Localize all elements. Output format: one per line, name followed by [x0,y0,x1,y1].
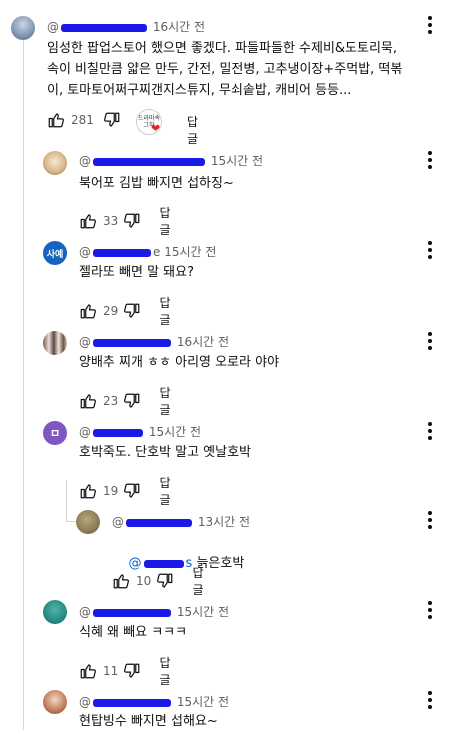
redacted-handle [93,698,171,707]
comment-handle[interactable]: @ [79,335,91,349]
reply-button[interactable]: 답글 [192,564,209,598]
avatar[interactable]: 사예 [43,241,67,265]
more-vert-icon[interactable] [421,240,439,260]
comment-time[interactable]: 16시간 전 [153,20,205,34]
more-vert-icon[interactable] [421,510,439,530]
like-icon[interactable] [112,572,130,590]
avatar[interactable] [76,510,100,534]
reply-button[interactable]: 답글 [159,204,176,238]
comment-header: @ 15시간 전 [79,693,229,710]
comment-actions: 23 답글 [79,384,176,418]
avatar[interactable] [43,600,67,624]
more-vert-icon[interactable] [421,600,439,620]
dislike-icon[interactable] [123,302,141,320]
comment-time[interactable]: 15시간 전 [177,695,229,709]
comment-actions: 281 [47,111,121,129]
comment-time[interactable]: 15시간 전 [211,154,263,168]
comment-text: 호박죽도. 단호박 말고 옛날호박 [79,445,252,460]
more-vert-icon[interactable] [421,421,439,441]
comment-header: @ 16시간 전 [79,333,229,350]
avatar[interactable] [43,690,67,714]
like-count: 23 [103,394,119,408]
comment-actions: 33 답글 [79,204,176,238]
comment-handle[interactable]: @ [79,695,91,709]
reply-button[interactable]: 답글 [159,654,176,688]
comment-text: 젤라또 빼면 말 돼요? [79,265,194,280]
comment-text: 임성한 팝업스토어 했으면 좋겠다. 파들파들한 수제비&도토리묵, 속이 비칠… [47,41,403,98]
more-vert-icon[interactable] [421,690,439,710]
heart-icon: ❤ [151,122,161,135]
redacted-handle [126,518,192,527]
like-count: 11 [103,664,119,678]
reply-button[interactable]: 답글 [159,384,176,418]
comment-handle[interactable]: @ [79,154,91,168]
comment-header: @ 13시간 전 [112,513,250,530]
dislike-icon[interactable] [123,662,141,680]
redacted-handle [93,157,205,166]
like-icon[interactable] [47,111,65,129]
comment-actions: 11 답글 [79,654,176,688]
comment-header: @ e 15시간 전 [79,245,217,259]
comment-handle[interactable]: @ [79,425,91,439]
comment-time[interactable]: 13시간 전 [198,515,250,529]
comment-handle[interactable]: @ [79,245,91,259]
more-vert-icon[interactable] [421,15,439,35]
like-icon[interactable] [79,482,97,500]
avatar[interactable] [43,331,67,355]
thread-line [23,40,24,730]
comment-text: 현탑빙수 빠지면 섭해요~ [79,714,218,729]
like-count: 281 [71,113,94,127]
redacted-handle [61,23,147,32]
avatar[interactable] [43,151,67,175]
like-icon[interactable] [79,212,97,230]
dislike-icon[interactable] [103,111,121,129]
comment-time[interactable]: 15시간 전 [177,605,229,619]
redacted-handle [93,428,143,437]
reply-button[interactable]: 답글 [187,113,198,147]
dislike-icon[interactable] [156,572,174,590]
comment-actions: 19 답글 [79,474,176,508]
comment-header: @ 15시간 전 [79,152,263,169]
comment-time[interactable]: 16시간 전 [177,335,229,349]
avatar[interactable] [11,16,35,40]
reply-button[interactable]: 답글 [159,474,176,508]
comment-handle[interactable]: @ [112,515,124,529]
comment-header: @ 16시간 전 [47,18,205,35]
comment-actions: 29 답글 [79,294,176,328]
like-count: 33 [103,214,119,228]
comment-time[interactable]: 15시간 전 [164,245,216,259]
like-count: 10 [136,574,152,588]
comment-actions: 10 답글 [112,564,209,598]
comment-handle[interactable]: @ [79,605,91,619]
like-count: 29 [103,304,119,318]
like-count: 19 [103,484,119,498]
like-icon[interactable] [79,302,97,320]
comment-handle[interactable]: @ [47,20,59,34]
more-vert-icon[interactable] [421,331,439,351]
redacted-handle [93,608,171,617]
more-vert-icon[interactable] [421,150,439,170]
comment-time[interactable]: 15시간 전 [149,425,201,439]
comment-header: @ 15시간 전 [79,423,201,440]
dislike-icon[interactable] [123,392,141,410]
comment-header: @ 15시간 전 [79,603,229,620]
comment-text: 북어포 김밥 빠지면 섭하징~ [79,176,234,191]
dislike-icon[interactable] [123,482,141,500]
comment-text: 식혜 왜 빼요 ㅋㅋㅋ [79,625,188,640]
reply-button[interactable]: 답글 [159,294,176,328]
like-icon[interactable] [79,392,97,410]
avatar[interactable]: ㅁ [43,421,67,445]
redacted-handle [93,248,151,257]
thread-line-nested [66,480,67,522]
dislike-icon[interactable] [123,212,141,230]
comment-text: 양배추 찌개 ㅎㅎ 아리영 오로라 야야 [79,355,280,370]
redacted-handle [93,338,171,347]
like-icon[interactable] [79,662,97,680]
